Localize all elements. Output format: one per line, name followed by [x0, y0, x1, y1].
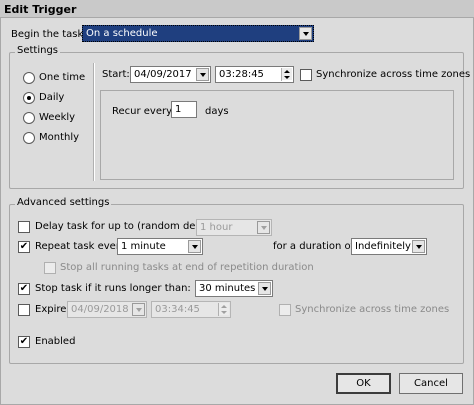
- checkmark-icon: ✔: [19, 283, 29, 294]
- start-date-value: 04/09/2017: [134, 69, 192, 80]
- expire-time-value: 03:34:45: [155, 304, 200, 315]
- start-sync-checkbox[interactable]: [300, 69, 312, 81]
- expire-date-picker[interactable]: 04/09/2018: [67, 301, 147, 318]
- advanced-group-title: Advanced settings: [15, 197, 112, 208]
- duration-select[interactable]: Indefinitely: [351, 238, 427, 255]
- start-sync-label[interactable]: Synchronize across time zones: [316, 69, 470, 80]
- stop-running-label[interactable]: Stop all running tasks at end of repetit…: [60, 262, 314, 273]
- radio-selected-dot: [27, 96, 31, 100]
- repeat-interval-value: 1 minute: [121, 241, 166, 252]
- title-bar: Edit Trigger: [0, 0, 474, 18]
- stop-running-checkbox[interactable]: [44, 262, 56, 274]
- expire-checkbox[interactable]: [18, 304, 30, 316]
- radio-one-time[interactable]: [23, 72, 35, 84]
- calendar-dropdown-icon[interactable]: [196, 68, 209, 81]
- delay-label[interactable]: Delay task for up to (random delay):: [35, 221, 218, 232]
- stop-longer-checkbox[interactable]: ✔: [18, 283, 30, 295]
- begin-task-value: On a schedule: [86, 28, 158, 39]
- begin-task-select[interactable]: On a schedule: [82, 25, 314, 42]
- radio-weekly-label[interactable]: Weekly: [39, 112, 75, 123]
- radio-monthly-label[interactable]: Monthly: [39, 132, 79, 143]
- stop-longer-label[interactable]: Stop task if it runs longer than:: [35, 283, 191, 294]
- expire-sync-label[interactable]: Synchronize across time zones: [295, 304, 449, 315]
- start-label: Start:: [102, 69, 130, 80]
- window-title: Edit Trigger: [4, 3, 77, 16]
- duration-label: for a duration of:: [273, 241, 358, 252]
- recur-input[interactable]: 1: [171, 101, 197, 118]
- time-spin-buttons[interactable]: [218, 303, 229, 316]
- delay-value: 1 hour: [200, 222, 233, 233]
- chevron-down-icon[interactable]: [257, 221, 270, 234]
- expire-sync-checkbox[interactable]: [279, 304, 291, 316]
- spin-down-icon[interactable]: [219, 309, 229, 315]
- settings-separator: [93, 63, 95, 181]
- radio-daily[interactable]: [23, 92, 35, 104]
- expire-time-spinner[interactable]: 03:34:45: [151, 301, 231, 318]
- start-date-picker[interactable]: 04/09/2017: [130, 66, 211, 83]
- chevron-down-icon[interactable]: [188, 240, 201, 253]
- recur-value: 1: [175, 104, 182, 115]
- checkmark-icon: ✔: [19, 336, 29, 347]
- radio-one-time-label[interactable]: One time: [39, 72, 85, 83]
- start-time-spinner[interactable]: 03:28:45: [215, 66, 294, 83]
- calendar-dropdown-icon[interactable]: [132, 303, 145, 316]
- enabled-checkbox[interactable]: ✔: [18, 336, 30, 348]
- chevron-down-icon[interactable]: [412, 240, 425, 253]
- delay-select[interactable]: 1 hour: [196, 219, 272, 236]
- recur-panel: [100, 90, 454, 180]
- recur-label: Recur every:: [112, 106, 175, 117]
- delay-checkbox[interactable]: [18, 221, 30, 233]
- expire-label[interactable]: Expire:: [35, 304, 70, 315]
- expire-date-value: 04/09/2018: [71, 304, 129, 315]
- repeat-checkbox[interactable]: ✔: [18, 241, 30, 253]
- settings-group-title: Settings: [15, 45, 61, 56]
- recur-unit: days: [205, 106, 229, 117]
- radio-weekly[interactable]: [23, 112, 35, 124]
- ok-button[interactable]: OK: [336, 373, 391, 394]
- begin-task-label: Begin the task:: [11, 29, 87, 40]
- cancel-button[interactable]: Cancel: [399, 373, 463, 394]
- repeat-label[interactable]: Repeat task every:: [35, 241, 129, 252]
- start-time-value: 03:28:45: [219, 69, 264, 80]
- duration-value: Indefinitely: [355, 241, 411, 252]
- repeat-interval-select[interactable]: 1 minute: [117, 238, 203, 255]
- stop-longer-value: 30 minutes: [199, 283, 256, 294]
- spin-down-icon[interactable]: [282, 74, 292, 80]
- stop-longer-select[interactable]: 30 minutes: [195, 280, 273, 297]
- radio-monthly[interactable]: [23, 132, 35, 144]
- chevron-down-icon[interactable]: [299, 27, 312, 40]
- time-spin-buttons[interactable]: [281, 68, 292, 81]
- checkmark-icon: ✔: [19, 241, 29, 252]
- radio-daily-label[interactable]: Daily: [39, 92, 64, 103]
- chevron-down-icon[interactable]: [258, 282, 271, 295]
- enabled-label[interactable]: Enabled: [35, 336, 75, 347]
